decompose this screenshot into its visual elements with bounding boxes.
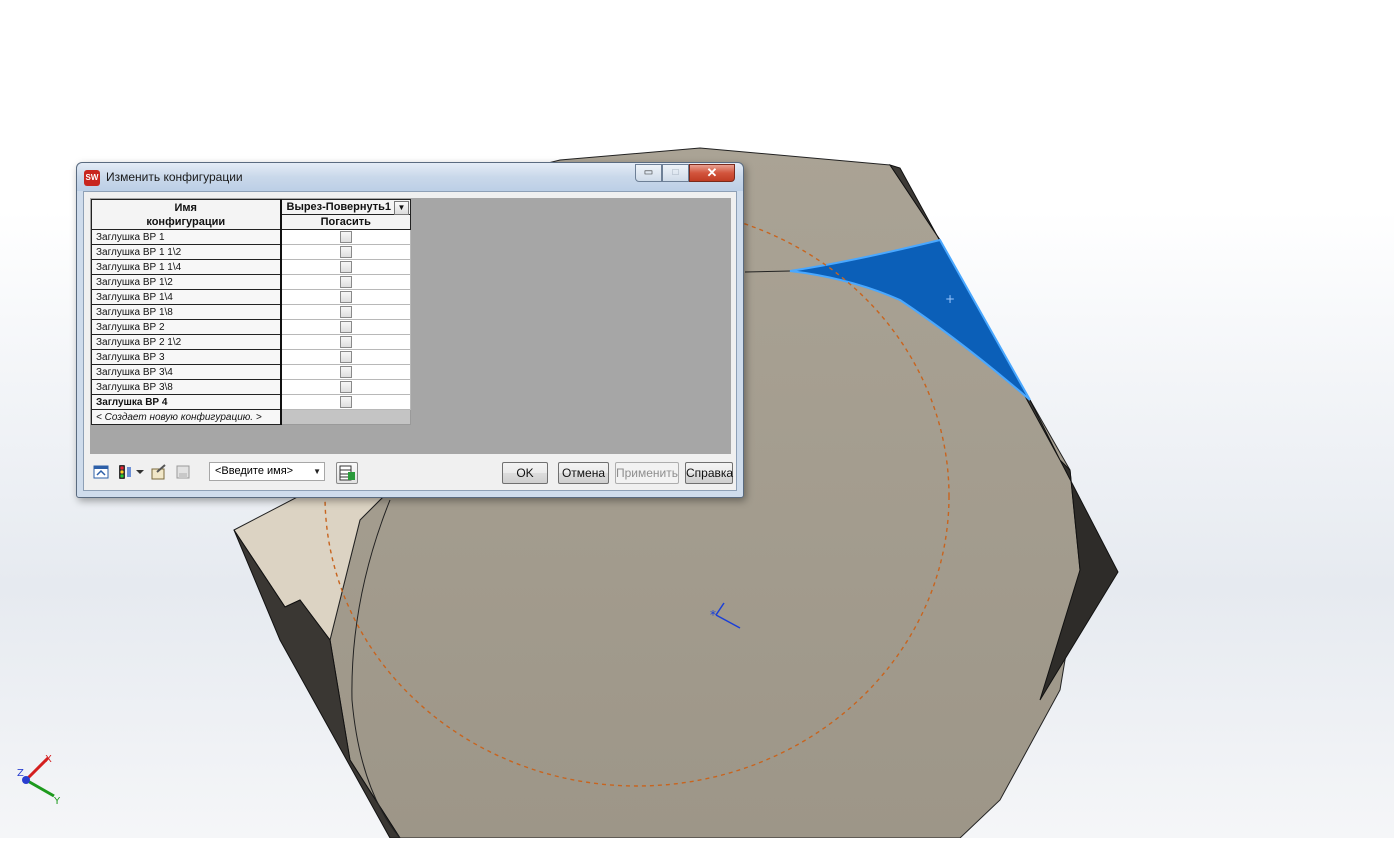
- help-button[interactable]: Справка: [685, 462, 733, 484]
- new-config-row: < Создает новую конфигурацию. >: [91, 409, 411, 425]
- suppress-cell: [280, 259, 411, 275]
- suppress-checkbox[interactable]: [339, 366, 352, 378]
- cancel-button[interactable]: Отмена: [558, 462, 609, 484]
- suppress-cell: [280, 289, 411, 305]
- traffic-light-icon[interactable]: [117, 464, 133, 480]
- table-row: Заглушка ВР 2 1\2: [91, 334, 411, 350]
- apply-button[interactable]: Применить: [615, 462, 679, 484]
- suppress-cell: [280, 229, 411, 245]
- view-name-combo[interactable]: <Введите имя> ▼: [209, 462, 325, 481]
- suppress-checkbox[interactable]: [339, 336, 352, 348]
- dialog-titlebar[interactable]: SW Изменить конфигурации ▭ □ ✕: [77, 163, 743, 191]
- ok-button[interactable]: OK: [502, 462, 548, 484]
- config-name-cell[interactable]: Заглушка ВР 2 1\2: [91, 334, 282, 350]
- table-row: Заглушка ВР 1 1\4: [91, 259, 411, 275]
- suppress-checkbox[interactable]: [339, 306, 352, 318]
- config-name-cell[interactable]: Заглушка ВР 1: [91, 229, 282, 245]
- suppress-cell: [280, 349, 411, 365]
- suppress-cell: [280, 364, 411, 380]
- active-config-name-cell[interactable]: Заглушка ВР 4: [91, 394, 282, 410]
- chevron-down-icon[interactable]: ▼: [313, 463, 321, 480]
- modify-configurations-dialog[interactable]: SW Изменить конфигурации ▭ □ ✕ Имя конфи…: [76, 162, 744, 498]
- config-name-cell[interactable]: Заглушка ВР 1\2: [91, 274, 282, 290]
- config-name-cell[interactable]: Заглушка ВР 1 1\4: [91, 259, 282, 275]
- svg-text:*: *: [710, 608, 716, 622]
- table-settings-icon[interactable]: [93, 464, 109, 480]
- table-view-button[interactable]: [336, 462, 358, 484]
- suppress-cell: [280, 304, 411, 320]
- table-row: Заглушка ВР 3: [91, 349, 411, 365]
- minimize-button[interactable]: ▭: [635, 164, 662, 182]
- suppress-checkbox[interactable]: [339, 246, 352, 258]
- dropdown-arrow-icon[interactable]: [135, 464, 145, 480]
- view-name-placeholder: <Введите имя>: [215, 465, 294, 477]
- config-name-cell[interactable]: Заглушка ВР 3: [91, 349, 282, 365]
- table-row: Заглушка ВР 1 1\2: [91, 244, 411, 260]
- suppress-checkbox[interactable]: [339, 231, 352, 243]
- suppress-cell: [280, 334, 411, 350]
- suppress-checkbox[interactable]: [339, 351, 352, 363]
- suppress-checkbox[interactable]: [339, 261, 352, 273]
- suppress-cell: [280, 394, 411, 410]
- y-axis-icon: [25, 778, 55, 798]
- suppress-cell: [280, 319, 411, 335]
- table-view-icon: [339, 465, 355, 481]
- feature-header-label: Вырез-Повернуть1: [286, 201, 392, 213]
- table-row: Заглушка ВР 4: [91, 394, 411, 410]
- z-label: Z: [17, 768, 24, 779]
- dialog-title: Изменить конфигурации: [106, 170, 243, 184]
- config-name-cell[interactable]: Заглушка ВР 1\4: [91, 289, 282, 305]
- table-row: Заглушка ВР 3\8: [91, 379, 411, 395]
- edit-table-icon[interactable]: [151, 464, 167, 480]
- new-config-empty-cell: [280, 409, 411, 425]
- x-label: X: [45, 754, 52, 765]
- table-row: Заглушка ВР 1\8: [91, 304, 411, 320]
- suppress-checkbox[interactable]: [339, 276, 352, 288]
- suppress-column-header: Погасить: [280, 214, 411, 230]
- feature-column-header[interactable]: Вырез-Повернуть1 ▼: [280, 199, 411, 215]
- config-name-cell[interactable]: Заглушка ВР 2: [91, 319, 282, 335]
- dialog-client-area: Имя конфигурации Вырез-Повернуть1 ▼ Пога…: [83, 191, 737, 491]
- configuration-table-area[interactable]: Имя конфигурации Вырез-Повернуть1 ▼ Пога…: [90, 198, 731, 454]
- suppress-checkbox[interactable]: [339, 321, 352, 333]
- table-row: Заглушка ВР 3\4: [91, 364, 411, 380]
- configuration-table[interactable]: Имя конфигурации Вырез-Повернуть1 ▼ Пога…: [91, 199, 411, 425]
- suppress-cell: [280, 244, 411, 260]
- face-origin-marker: +: [945, 292, 955, 306]
- config-name-header: Имя конфигурации: [91, 199, 282, 230]
- solidworks-logo-icon: SW: [84, 170, 100, 186]
- table-row: Заглушка ВР 2: [91, 319, 411, 335]
- config-name-cell[interactable]: Заглушка ВР 1\8: [91, 304, 282, 320]
- suppress-cell: [280, 379, 411, 395]
- table-row: Заглушка ВР 1\2: [91, 274, 411, 290]
- coordinate-triad: X Y Z: [14, 752, 74, 808]
- new-config-cell[interactable]: < Создает новую конфигурацию. >: [91, 409, 282, 425]
- suppress-cell: [280, 274, 411, 290]
- y-label: Y: [53, 796, 61, 807]
- suppress-checkbox[interactable]: [339, 381, 352, 393]
- maximize-button[interactable]: □: [662, 164, 689, 182]
- save-view-icon[interactable]: [175, 464, 191, 480]
- table-row: Заглушка ВР 1: [91, 229, 411, 245]
- config-name-cell[interactable]: Заглушка ВР 3\8: [91, 379, 282, 395]
- config-name-cell[interactable]: Заглушка ВР 1 1\2: [91, 244, 282, 260]
- suppress-checkbox[interactable]: [339, 396, 352, 408]
- suppress-checkbox[interactable]: [339, 291, 352, 303]
- close-button[interactable]: ✕: [689, 164, 735, 182]
- table-row: Заглушка ВР 1\4: [91, 289, 411, 305]
- config-name-cell[interactable]: Заглушка ВР 3\4: [91, 364, 282, 380]
- chevron-down-icon[interactable]: ▼: [394, 201, 409, 215]
